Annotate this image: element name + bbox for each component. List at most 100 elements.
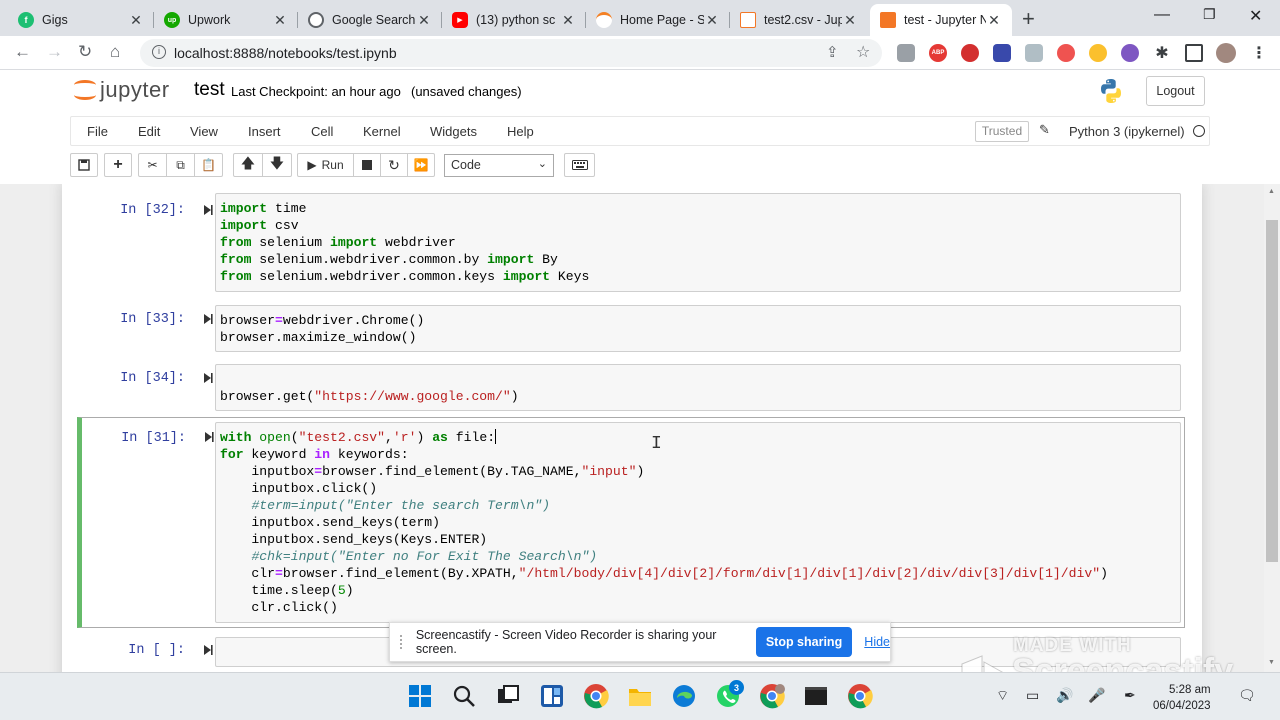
menu-widgets[interactable]: Widgets	[430, 124, 477, 139]
cell-input[interactable]: import time import csv from selenium imp…	[215, 193, 1181, 292]
battery-icon[interactable]: ▭	[1026, 687, 1039, 704]
scrollbar-thumb[interactable]	[1266, 220, 1278, 562]
notebook-name[interactable]: test	[194, 79, 225, 101]
tab-google-search[interactable]: Google Search ✕	[298, 4, 442, 36]
chrome-profile-icon[interactable]	[759, 683, 785, 709]
close-icon[interactable]: ✕	[560, 12, 576, 29]
pokeball-icon[interactable]	[1057, 44, 1075, 62]
wifi-icon[interactable]: ⌔	[996, 687, 1009, 705]
run-button[interactable]: ▶ Run	[297, 153, 354, 177]
drag-handle-icon[interactable]	[400, 635, 406, 649]
cell-input[interactable]: browser=webdriver.Chrome() browser.maxim…	[215, 305, 1181, 352]
trusted-indicator[interactable]: Trusted	[975, 121, 1029, 142]
stop-sharing-button[interactable]: Stop sharing	[755, 627, 853, 657]
cell-type-select[interactable]: Code ⌄	[444, 154, 554, 177]
new-tab-button[interactable]: +	[1022, 6, 1035, 32]
code-cell[interactable]: In [33]: browser=webdriver.Chrome() brow…	[76, 304, 1184, 354]
terminal-icon[interactable]	[803, 683, 829, 709]
save-button[interactable]	[70, 153, 98, 177]
pen-icon[interactable]: ✒	[1124, 687, 1136, 704]
menu-insert[interactable]: Insert	[248, 124, 281, 139]
run-cell-icon[interactable]	[203, 204, 213, 216]
menu-view[interactable]: View	[190, 124, 218, 139]
menu-help[interactable]: Help	[507, 124, 534, 139]
restore-button[interactable]: ❐	[1203, 6, 1216, 23]
windows-start-icon[interactable]	[407, 683, 433, 709]
hide-link[interactable]: Hide	[864, 635, 890, 649]
shield-icon[interactable]	[1025, 44, 1043, 62]
chrome-icon[interactable]	[847, 683, 873, 709]
tab-home-page[interactable]: Home Page - S ✕	[586, 4, 730, 36]
run-cell-icon[interactable]	[204, 431, 214, 443]
run-cell-icon[interactable]	[203, 644, 213, 656]
task-view-icon[interactable]	[495, 683, 521, 709]
edge-icon[interactable]	[671, 683, 697, 709]
move-down-button[interactable]: 🡇	[262, 153, 292, 177]
more-menu-icon[interactable]: ⋮	[1250, 44, 1268, 62]
adblock-icon[interactable]: ABP	[929, 44, 947, 62]
tab-youtube[interactable]: ▶ (13) python sc ✕	[442, 4, 586, 36]
insert-cell-button[interactable]: +	[104, 153, 132, 177]
tab-test-jupyter[interactable]: test - Jupyter N ✕	[870, 4, 1012, 36]
menu-edit[interactable]: Edit	[138, 124, 160, 139]
system-clock[interactable]: 5:28 am 06/04/2023	[1153, 682, 1211, 714]
tab-upwork[interactable]: up Upwork ✕	[154, 4, 298, 36]
menu-kernel[interactable]: Kernel	[363, 124, 401, 139]
screencastify-extension-icon[interactable]	[961, 44, 979, 62]
widgets-icon[interactable]	[539, 683, 565, 709]
pencil-icon[interactable]: ✎	[1039, 122, 1050, 138]
cut-button[interactable]: ✂	[138, 153, 167, 177]
restart-button[interactable]: ↻	[380, 153, 408, 177]
scroll-up-icon[interactable]: ▲	[1268, 188, 1275, 195]
extension-icon[interactable]	[993, 44, 1011, 62]
minimize-button[interactable]: —	[1154, 6, 1170, 24]
code-cell-selected[interactable]: In [31]: with open("test2.csv",'r') as f…	[77, 417, 1185, 628]
microphone-icon[interactable]: 🎤	[1088, 687, 1105, 704]
logout-button[interactable]: Logout	[1146, 76, 1205, 106]
camera-extension-icon[interactable]	[897, 44, 915, 62]
restart-run-all-button[interactable]: ⏩	[407, 153, 435, 177]
tab-test2-csv[interactable]: test2.csv - Jupy ✕	[730, 4, 868, 36]
code-cell[interactable]: In [34]: browser.get("https://www.google…	[76, 363, 1184, 413]
search-icon[interactable]	[451, 683, 477, 709]
url-text[interactable]: localhost:8888/notebooks/test.ipynb	[174, 45, 397, 61]
menu-cell[interactable]: Cell	[311, 124, 333, 139]
interrupt-button[interactable]	[353, 153, 381, 177]
home-icon[interactable]: ⌂	[110, 42, 120, 62]
paste-button[interactable]: 📋	[194, 153, 223, 177]
speedometer-icon[interactable]	[1089, 44, 1107, 62]
chrome-icon[interactable]	[583, 683, 609, 709]
scroll-down-icon[interactable]: ▼	[1268, 659, 1275, 666]
cell-input[interactable]: browser.get("https://www.google.com/")	[215, 364, 1181, 411]
command-palette-button[interactable]	[564, 153, 595, 177]
copy-button[interactable]: ⧉	[166, 153, 195, 177]
close-window-button[interactable]: ✕	[1249, 6, 1262, 26]
gear-extension-icon[interactable]	[1121, 44, 1139, 62]
close-icon[interactable]: ✕	[986, 12, 1002, 29]
close-icon[interactable]: ✕	[272, 12, 288, 29]
close-icon[interactable]: ✕	[128, 12, 144, 29]
site-info-icon[interactable]: i	[152, 45, 166, 59]
file-explorer-icon[interactable]	[627, 683, 653, 709]
volume-icon[interactable]: 🔊	[1056, 687, 1073, 704]
puzzle-icon[interactable]: ✱	[1153, 44, 1171, 62]
close-icon[interactable]: ✕	[704, 12, 720, 29]
forward-arrow-icon[interactable]: →	[46, 42, 63, 62]
run-cell-icon[interactable]	[203, 313, 213, 325]
code-cell[interactable]: In [32]: import time import csv from sel…	[76, 192, 1184, 294]
address-bar[interactable]: i localhost:8888/notebooks/test.ipynb ⇪ …	[140, 39, 882, 67]
reload-icon[interactable]: ↻	[78, 42, 92, 62]
move-up-button[interactable]: 🡅	[233, 153, 263, 177]
tab-gigs[interactable]: f Gigs ✕	[8, 4, 154, 36]
sidepanel-icon[interactable]	[1185, 44, 1203, 62]
avatar[interactable]	[1216, 43, 1236, 63]
share-icon[interactable]: ⇪	[826, 43, 839, 61]
notification-center-icon[interactable]: 🗨	[1238, 687, 1256, 704]
page-scrollbar[interactable]: ▲ ▼	[1264, 184, 1280, 672]
close-icon[interactable]: ✕	[416, 12, 432, 29]
run-cell-icon[interactable]	[203, 372, 213, 384]
menu-file[interactable]: File	[87, 124, 108, 139]
close-icon[interactable]: ✕	[842, 12, 858, 29]
kernel-name[interactable]: Python 3 (ipykernel)	[1069, 124, 1185, 139]
bookmark-star-icon[interactable]: ☆	[856, 42, 870, 62]
